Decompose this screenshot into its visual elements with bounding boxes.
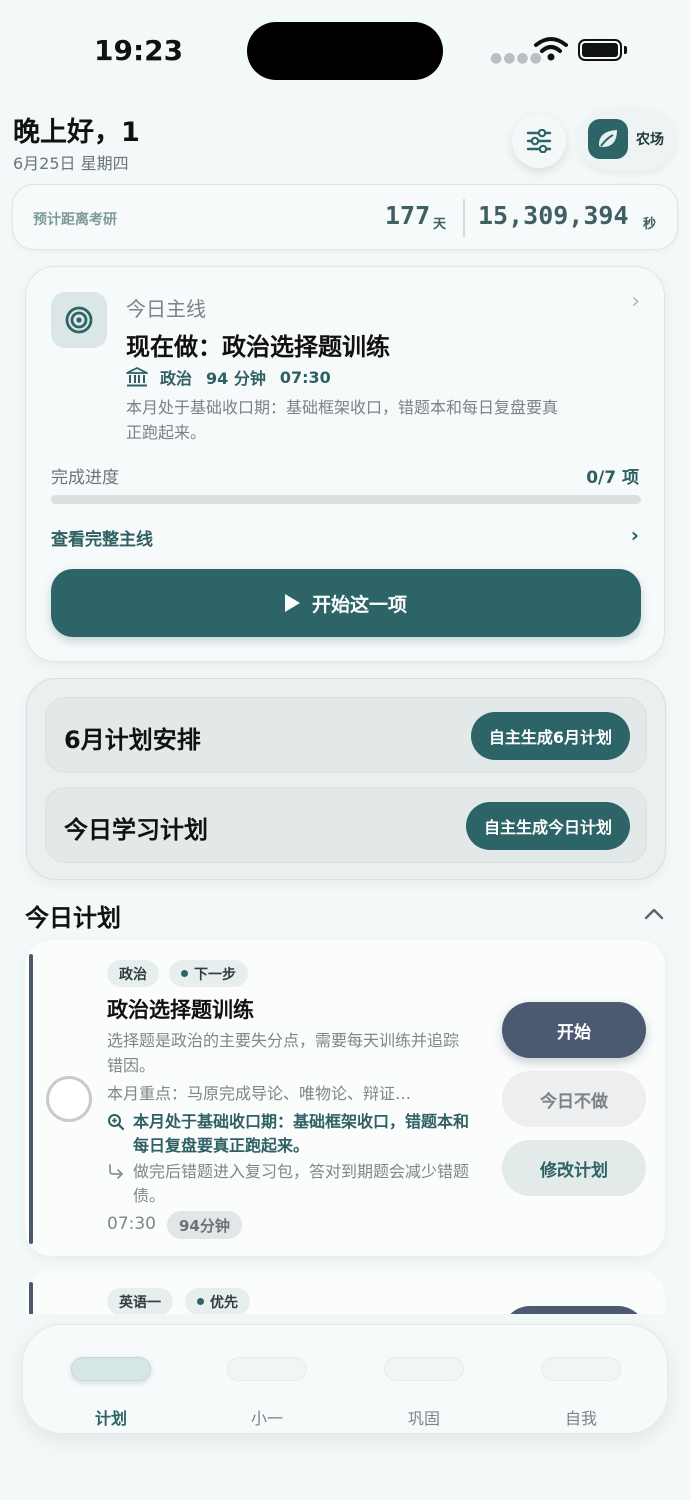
status-tag: 下一步 [169,960,248,987]
main-line-time: 07:30 [279,367,331,387]
play-icon [284,594,300,612]
status-tag-label: 下一步 [194,966,236,983]
task-accent-bar [29,954,33,1244]
main-line-title: 现在做：政治选择题训练 [126,333,390,361]
status-dot-icon [181,970,188,977]
task-focus: 本月重点：马原完成导论、唯物论、辩证… [107,1084,412,1103]
task-time: 07:30 [107,1214,156,1234]
chevron-up-icon[interactable] [642,906,666,922]
tab-label: 计划 [94,1409,127,1428]
tab-indicator [71,1357,151,1381]
today-plan-heading: 今日计划 [25,904,121,932]
tab-plan[interactable]: 计划 [41,1325,181,1435]
task-next-step: 做完后错题进入复习包，答对到期题会减少错题债。 [107,1160,471,1208]
greeting: 晚上好，1 [13,117,140,148]
task-accent-bar [29,1282,33,1314]
target-icon [51,292,107,348]
countdown-days: 177 [385,201,431,230]
status-dot-icon [197,1298,204,1305]
main-line-meta: 政治 94 分钟 07:30 [126,365,345,389]
status-tag-label: 优先 [210,1294,238,1311]
tab-label: 巩固 [407,1409,440,1428]
chevron-right-icon[interactable]: › [631,523,639,547]
main-line-duration: 94 分钟 [206,369,266,388]
main-line-description: 本月处于基础收口期：基础框架收口，错题本和每日复盘要真正跑起来。 [126,398,559,442]
tab-xiaoyi[interactable]: 小一 [197,1325,337,1435]
countdown-days-unit: 天 [433,217,447,232]
start-item-button[interactable]: 开始这一项 [51,569,641,637]
progress-label: 完成进度 [51,468,119,488]
task-skip-today-button[interactable]: 今日不做 [502,1071,646,1127]
main-line-card[interactable]: 今日主线 › 现在做：政治选择题训练 政治 94 分钟 07:30 本月处于基础… [25,266,665,662]
tab-label: 小一 [250,1409,283,1428]
main-line-subject: 政治 [160,369,193,388]
task-checkbox[interactable] [46,1076,92,1122]
leaf-icon [588,119,628,159]
chevron-right-icon[interactable]: › [631,289,640,314]
generate-month-plan-button[interactable]: 自主生成6月计划 [470,712,630,760]
tab-bar: 计划 小一 巩固 自我 [22,1324,668,1434]
battery-icon [578,39,627,61]
tab-indicator [227,1357,307,1381]
task-title: 政治选择题训练 [107,998,254,1022]
arrow-turn-icon [107,1160,133,1208]
exam-countdown: 预计距离考研 177 天 15,309,394 秒 [12,184,678,250]
task-card[interactable]: 英语一 优先 [25,1270,665,1314]
status-tag: 优先 [185,1288,250,1314]
task-tip: 本月处于基础收口期：基础框架收口，错题本和每日复盘要真正跑起来。 [107,1110,471,1158]
main-line-kicker: 今日主线 [126,297,206,321]
wifi-icon [534,37,568,61]
task-tip-text: 本月处于基础收口期：基础框架收口，错题本和每日复盘要真正跑起来。 [133,1112,470,1155]
progress-count: 0/7 项 [586,468,639,488]
countdown-divider [463,199,465,237]
sliders-icon [526,129,552,153]
dynamic-island [247,22,443,80]
tab-indicator [541,1357,621,1381]
tab-label: 自我 [564,1409,597,1428]
task-start-button[interactable] [502,1306,646,1314]
status-time: 19:23 [94,34,184,67]
countdown-label: 预计距离考研 [33,212,117,228]
task-card[interactable]: 政治 下一步 政治选择题训练 选择题是政治的主要失分点，需要每天训练并追踪错因。… [25,940,665,1256]
filter-button[interactable] [512,114,566,168]
tab-review[interactable]: 巩固 [354,1325,494,1435]
zoom-in-icon [107,1110,133,1158]
countdown-seconds: 15,309,394 [478,201,629,230]
task-start-button[interactable]: 开始 [502,1002,646,1058]
view-full-main-line-link[interactable]: 查看完整主线 [51,525,153,550]
tab-self[interactable]: 自我 [511,1325,651,1435]
subject-tag: 英语一 [107,1288,173,1314]
day-plan-title: 今日学习计划 [64,816,208,844]
plan-generation-block: 6月计划安排 自主生成6月计划 今日学习计划 自主生成今日计划 [26,678,666,880]
month-plan-row: 6月计划安排 自主生成6月计划 [45,697,647,773]
task-duration-badge: 94分钟 [167,1211,242,1239]
task-description: 选择题是政治的主要失分点，需要每天训练并追踪错因。 [107,1031,460,1075]
day-plan-row: 今日学习计划 自主生成今日计划 [45,787,647,863]
status-bar: 19:23 ●●●● [0,0,690,100]
start-item-label: 开始这一项 [311,593,407,616]
task-edit-plan-button[interactable]: 修改计划 [502,1140,646,1196]
task-next-text: 做完后错题进入复习包，答对到期题会减少错题债。 [133,1162,470,1205]
farm-label: 农场 [636,132,664,148]
month-plan-title: 6月计划安排 [64,726,201,754]
bank-icon [126,367,148,387]
subject-tag: 政治 [107,960,159,987]
tab-indicator [384,1357,464,1381]
progress-bar [51,495,641,504]
date-label: 6月25日 星期四 [13,154,129,173]
generate-day-plan-button[interactable]: 自主生成今日计划 [465,802,630,850]
countdown-seconds-unit: 秒 [643,217,657,232]
farm-button[interactable]: 农场 [578,108,676,170]
